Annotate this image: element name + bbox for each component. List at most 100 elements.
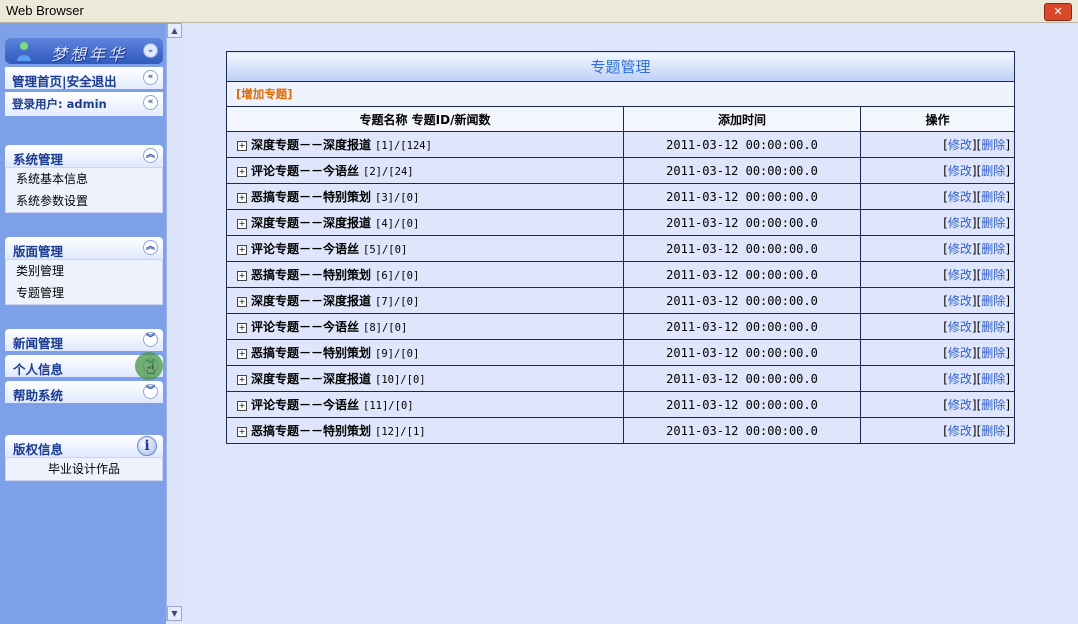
- expand-plus-icon[interactable]: +: [237, 297, 247, 307]
- topic-name[interactable]: 恶搞专题－－特别策划: [251, 268, 371, 282]
- topic-name[interactable]: 评论专题－－今语丝: [251, 320, 359, 334]
- admin-home-link[interactable]: 管理首页: [12, 74, 62, 89]
- delete-link[interactable]: 删除: [981, 268, 1005, 282]
- panel-title-system: 系统管理: [13, 152, 64, 167]
- edit-link[interactable]: 修改: [948, 320, 972, 334]
- chevron-up-icon[interactable]: ︽: [143, 148, 158, 163]
- sidebar-item-system-info[interactable]: 系统基本信息: [6, 168, 162, 190]
- expand-plus-icon[interactable]: +: [237, 323, 247, 333]
- close-button[interactable]: ✕: [1044, 3, 1072, 21]
- delete-link[interactable]: 删除: [981, 190, 1005, 204]
- delete-link[interactable]: 删除: [981, 164, 1005, 178]
- delete-link[interactable]: 删除: [981, 424, 1005, 438]
- edit-link[interactable]: 修改: [948, 216, 972, 230]
- added-time-cell: 2011-03-12 00:00:00.0: [623, 365, 861, 392]
- expand-plus-icon[interactable]: +: [237, 141, 247, 151]
- edit-link[interactable]: 修改: [948, 424, 972, 438]
- topic-name[interactable]: 恶搞专题－－特别策划: [251, 346, 371, 360]
- edit-link[interactable]: 修改: [948, 190, 972, 204]
- expand-plus-icon[interactable]: +: [237, 427, 247, 437]
- panel-body-layout: 类别管理 专题管理: [5, 259, 163, 305]
- edit-link[interactable]: 修改: [948, 138, 972, 152]
- chevron-down-icon[interactable]: ⌄: [143, 43, 158, 58]
- topic-name[interactable]: 评论专题－－今语丝: [251, 398, 359, 412]
- table-row: + 评论专题－－今语丝 [2]/[24] 2011-03-12 00:00:00.0[…: [226, 157, 1015, 184]
- topic-name[interactable]: 评论专题－－今语丝: [251, 242, 359, 256]
- delete-link[interactable]: 删除: [981, 138, 1005, 152]
- actions-cell: [修改][删除]: [860, 313, 1015, 340]
- login-user-bar: 登录用户: admin «: [5, 92, 163, 116]
- topic-name-cell: + 深度专题－－深度报道 [10]/[0]: [226, 365, 624, 392]
- topic-name[interactable]: 恶搞专题－－特别策划: [251, 424, 371, 438]
- added-time-cell: 2011-03-12 00:00:00.0: [623, 313, 861, 340]
- table-row: + 评论专题－－今语丝 [8]/[0] 2011-03-12 00:00:00.0 [修…: [226, 313, 1015, 340]
- expand-plus-icon[interactable]: +: [237, 219, 247, 229]
- added-time-cell: 2011-03-12 00:00:00.0: [623, 157, 861, 184]
- expand-plus-icon[interactable]: +: [237, 375, 247, 385]
- delete-link[interactable]: 删除: [981, 372, 1005, 386]
- scroll-up-arrow-icon[interactable]: ▲: [167, 23, 182, 38]
- delete-link[interactable]: 删除: [981, 294, 1005, 308]
- expand-plus-icon[interactable]: +: [237, 401, 247, 411]
- chevron-down-icon[interactable]: ︾: [143, 332, 158, 347]
- table-row: + 恶搞专题－－特别策划 [12]/[1] 2011-03-12 00:00:00.0…: [226, 417, 1015, 444]
- topic-name[interactable]: 深度专题－－深度报道: [251, 372, 371, 386]
- edit-link[interactable]: 修改: [948, 242, 972, 256]
- expand-plus-icon[interactable]: +: [237, 193, 247, 203]
- expand-plus-icon[interactable]: +: [237, 271, 247, 281]
- sidebar-item-category[interactable]: 类别管理: [6, 260, 162, 282]
- logout-link[interactable]: 安全退出: [67, 74, 117, 89]
- actions-cell: [修改][删除]: [860, 157, 1015, 184]
- sidebar-item-topic[interactable]: 专题管理: [6, 282, 162, 304]
- topic-name[interactable]: 深度专题－－深度报道: [251, 216, 371, 230]
- chevron-down-icon[interactable]: ︾: [143, 384, 158, 399]
- topic-id-count: [10]/[0]: [375, 374, 426, 386]
- topic-id-count: [2]/[24]: [363, 166, 414, 178]
- login-user-label: 登录用户: admin: [12, 97, 107, 111]
- expand-plus-icon[interactable]: +: [237, 245, 247, 255]
- edit-link[interactable]: 修改: [948, 164, 972, 178]
- site-logo: 梦想年华 ⌄: [5, 38, 163, 64]
- delete-link[interactable]: 删除: [981, 216, 1005, 230]
- delete-link[interactable]: 删除: [981, 320, 1005, 334]
- expand-plus-icon[interactable]: +: [237, 167, 247, 177]
- edit-link[interactable]: 修改: [948, 346, 972, 360]
- panel-header-help[interactable]: 帮助系统 ︾: [5, 381, 163, 403]
- edit-link[interactable]: 修改: [948, 294, 972, 308]
- chevron-left-icon[interactable]: «: [143, 70, 158, 85]
- table-header-row: 专题名称 专题ID/新闻数 添加时间 操作: [226, 106, 1015, 132]
- actions-cell: [修改][删除]: [860, 183, 1015, 210]
- topic-name[interactable]: 恶搞专题－－特别策划: [251, 190, 371, 204]
- column-header-name: 专题名称 专题ID/新闻数: [226, 106, 624, 132]
- topic-id-count: [12]/[1]: [375, 426, 426, 438]
- table-row: + 评论专题－－今语丝 [5]/[0] 2011-03-12 00:00:00.0 [修…: [226, 235, 1015, 262]
- add-row: [增加专题]: [226, 81, 1015, 107]
- topic-name[interactable]: 评论专题－－今语丝: [251, 164, 359, 178]
- table-row: + 深度专题－－深度报道 [4]/[0] 2011-03-12 00:00:00.0[…: [226, 209, 1015, 236]
- hand-cursor-icon: ☝: [146, 359, 156, 378]
- actions-cell: [修改][删除]: [860, 209, 1015, 236]
- panel-header-news[interactable]: 新闻管理 ︾: [5, 329, 163, 351]
- panel-header-system[interactable]: 系统管理 ︽: [5, 145, 163, 167]
- delete-link[interactable]: 删除: [981, 398, 1005, 412]
- user-figure-icon: [17, 42, 31, 61]
- edit-link[interactable]: 修改: [948, 398, 972, 412]
- added-time-cell: 2011-03-12 00:00:00.0: [623, 183, 861, 210]
- sidebar-item-system-params[interactable]: 系统参数设置: [6, 190, 162, 212]
- table-row: + 深度专题－－深度报道 [7]/[0] 2011-03-12 00:00:00.0[…: [226, 287, 1015, 314]
- edit-link[interactable]: 修改: [948, 268, 972, 282]
- topic-name[interactable]: 深度专题－－深度报道: [251, 294, 371, 308]
- topic-name-cell: + 深度专题－－深度报道 [7]/[0]: [226, 287, 624, 314]
- sidebar-scrollbar[interactable]: ▲ ▼: [166, 23, 183, 621]
- edit-link[interactable]: 修改: [948, 372, 972, 386]
- add-topic-link[interactable]: [增加专题]: [236, 87, 293, 101]
- delete-link[interactable]: 删除: [981, 346, 1005, 360]
- delete-link[interactable]: 删除: [981, 242, 1005, 256]
- scroll-down-arrow-icon[interactable]: ▼: [167, 606, 182, 621]
- table-row: + 恶搞专题－－特别策划 [9]/[0] 2011-03-12 00:00:00.0[…: [226, 339, 1015, 366]
- topic-name[interactable]: 深度专题－－深度报道: [251, 138, 371, 152]
- chevron-left-icon[interactable]: «: [143, 95, 158, 110]
- chevron-up-icon[interactable]: ︽: [143, 240, 158, 255]
- expand-plus-icon[interactable]: +: [237, 349, 247, 359]
- panel-header-layout[interactable]: 版面管理 ︽: [5, 237, 163, 259]
